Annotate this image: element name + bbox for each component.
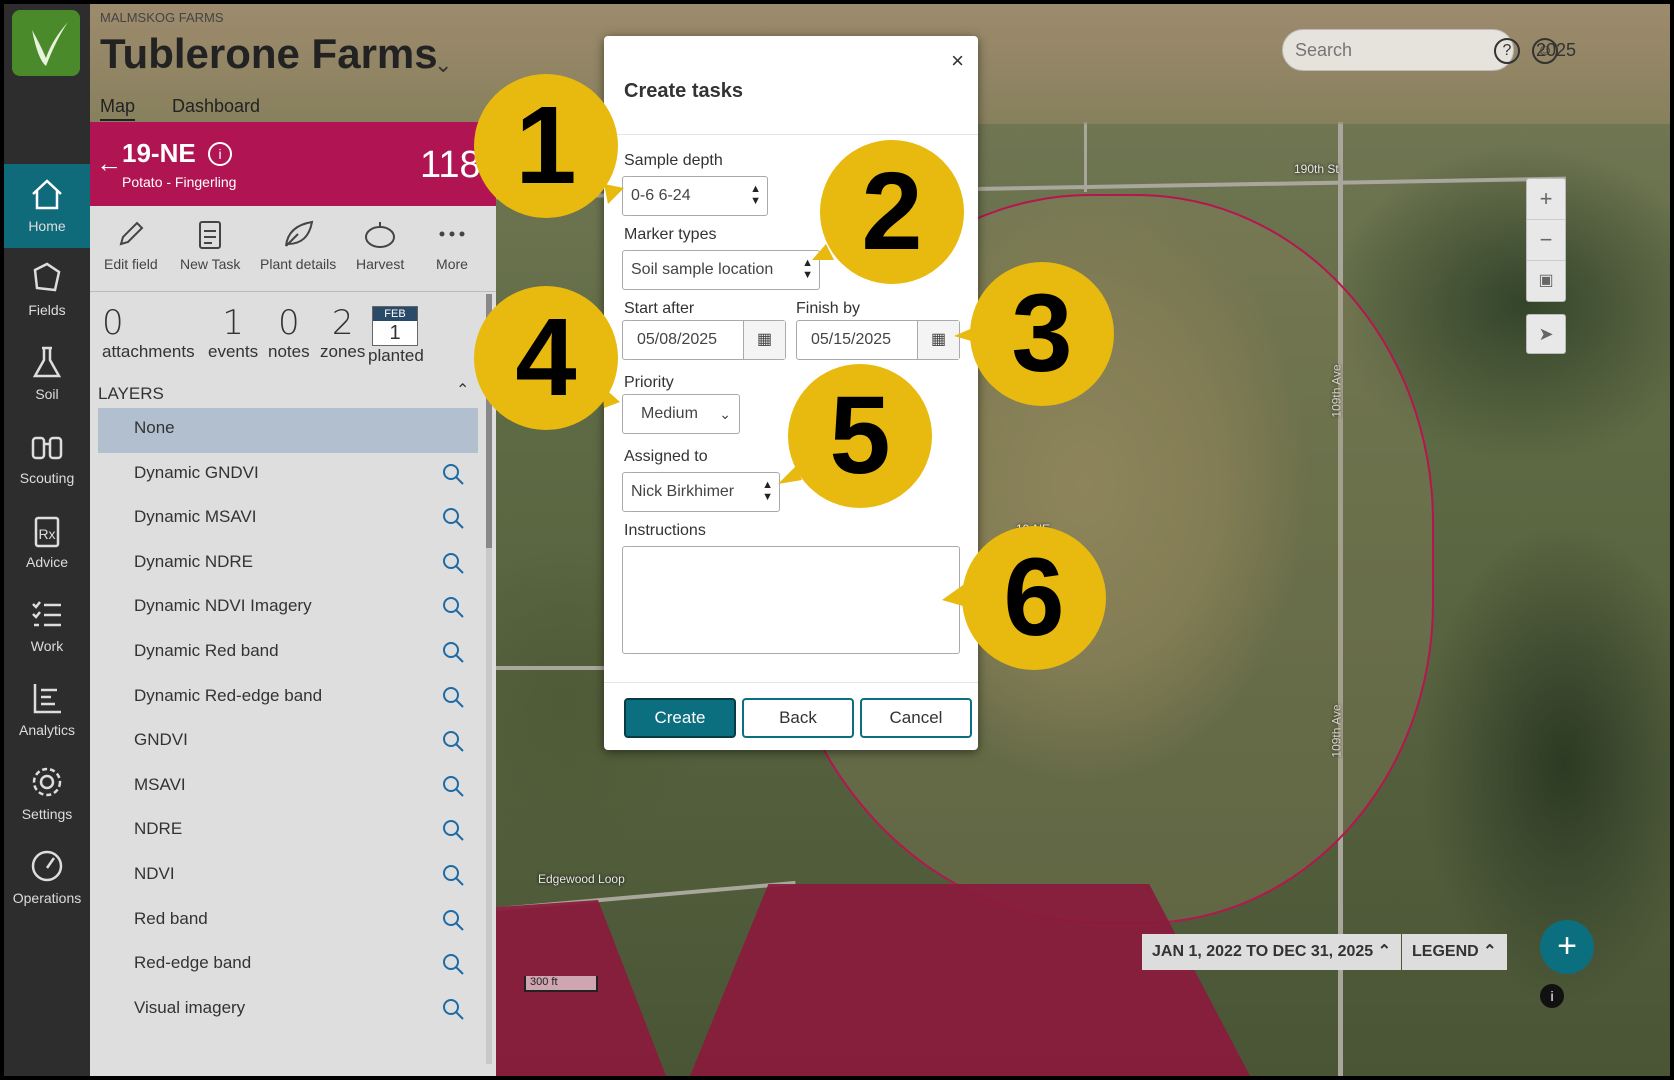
callout-4: 4 (474, 286, 618, 430)
callout-5: 5 (788, 364, 932, 508)
callout-2: 2 (820, 140, 964, 284)
callout-1: 1 (474, 74, 618, 218)
callout-6: 6 (962, 526, 1106, 670)
callout-pointer (604, 184, 624, 204)
callout-3: 3 (970, 262, 1114, 406)
app-window: 190th St 109th Ave 109th Ave Edgewood Lo… (4, 4, 1670, 1076)
